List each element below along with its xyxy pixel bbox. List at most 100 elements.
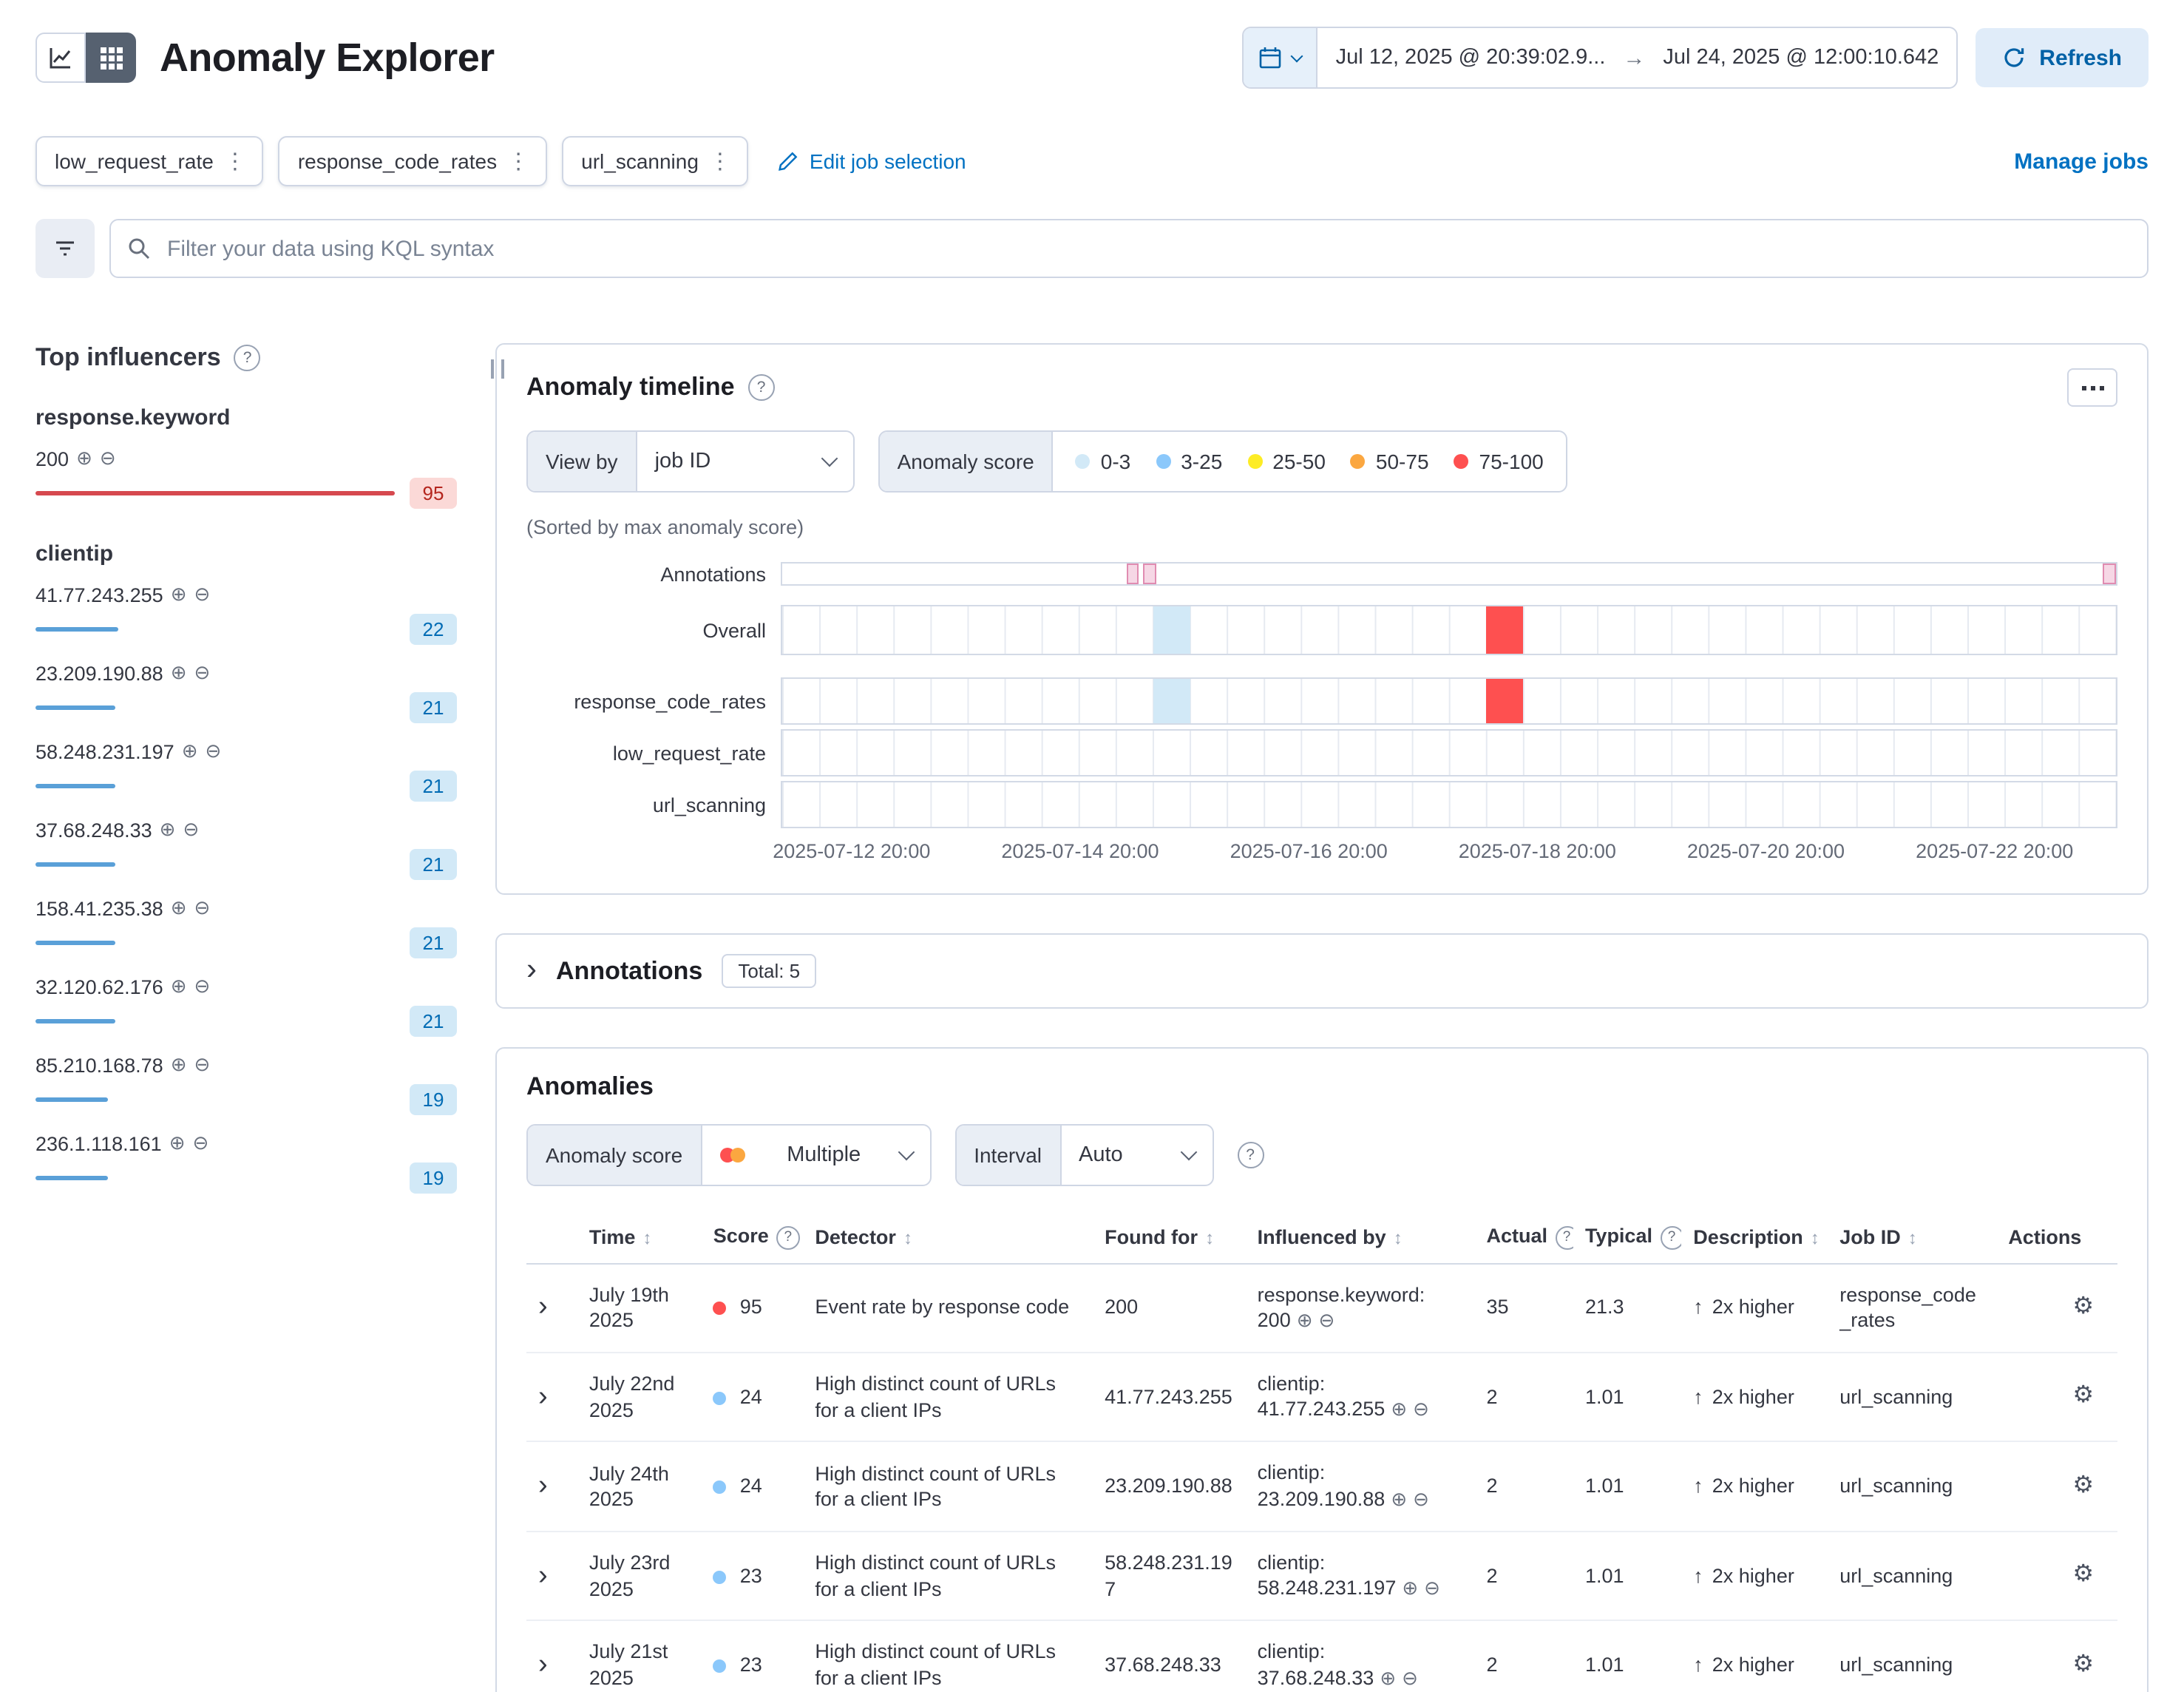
filter-out-icon[interactable]: ⊖ — [194, 1053, 211, 1077]
filter-for-icon[interactable]: ⊕ — [160, 818, 176, 842]
row-actions-gear-icon[interactable]: ⚙ — [2072, 1651, 2094, 1676]
help-icon[interactable]: ? — [234, 345, 261, 371]
filter-out-icon[interactable]: ⊖ — [194, 975, 211, 998]
filter-for-icon[interactable]: ⊕ — [1380, 1667, 1396, 1689]
filter-for-icon[interactable]: ⊕ — [76, 447, 92, 470]
annotation-mark[interactable] — [1144, 564, 1156, 584]
filter-out-icon[interactable]: ⊖ — [194, 583, 211, 606]
filter-out-icon[interactable]: ⊖ — [1413, 1398, 1429, 1421]
filter-out-icon[interactable]: ⊖ — [1319, 1309, 1335, 1331]
charts-view-toggle-button[interactable] — [35, 33, 86, 83]
col-job-id[interactable]: Job ID↕ — [1828, 1216, 1996, 1263]
filter-for-icon[interactable]: ⊕ — [1402, 1577, 1418, 1600]
job-badge-menu-icon[interactable]: ⋮ — [497, 148, 540, 175]
annotation-mark[interactable] — [1126, 564, 1138, 584]
row-actions-gear-icon[interactable]: ⚙ — [2072, 1384, 2094, 1409]
expand-row-icon[interactable]: › — [538, 1381, 548, 1412]
help-icon[interactable]: ? — [1237, 1142, 1264, 1168]
severity-select[interactable]: Multiple — [702, 1126, 929, 1185]
row-actions-gear-icon[interactable]: ⚙ — [2072, 1562, 2094, 1587]
filter-out-icon[interactable]: ⊖ — [183, 818, 199, 842]
refresh-button[interactable]: Refresh — [1976, 28, 2149, 87]
influencer-score-badge: 19 — [410, 1084, 457, 1115]
help-icon[interactable]: ? — [1660, 1225, 1681, 1249]
annotations-title[interactable]: Annotations — [556, 956, 702, 986]
filter-out-icon[interactable]: ⊖ — [194, 896, 211, 920]
filter-out-icon[interactable]: ⊖ — [1424, 1577, 1440, 1600]
col-description[interactable]: Description↕ — [1681, 1216, 1828, 1263]
anomaly-found-for: 58.248.231.197 — [1093, 1532, 1246, 1621]
col-detector[interactable]: Detector↕ — [803, 1216, 1093, 1263]
col-found-for[interactable]: Found for↕ — [1093, 1216, 1246, 1263]
filter-for-icon[interactable]: ⊕ — [171, 975, 187, 998]
help-icon[interactable]: ? — [776, 1225, 800, 1249]
date-range-start[interactable]: Jul 12, 2025 @ 20:39:02.9... — [1318, 46, 1624, 70]
kql-search-input[interactable] — [109, 219, 2149, 278]
expand-row-icon[interactable]: › — [538, 1560, 548, 1591]
help-icon[interactable]: ? — [748, 374, 775, 401]
panel-drag-handle[interactable] — [491, 359, 504, 379]
col-influenced-by[interactable]: Influenced by↕ — [1246, 1216, 1475, 1263]
filter-for-icon[interactable]: ⊕ — [1391, 1398, 1407, 1421]
filter-out-icon[interactable]: ⊖ — [193, 1131, 209, 1155]
expand-row-icon[interactable]: › — [538, 1471, 548, 1502]
anomaly-row[interactable]: › July 21st 2025 23 High distinct count … — [526, 1621, 2117, 1692]
anomaly-swimlane-cell[interactable] — [1153, 679, 1190, 723]
col-typical[interactable]: Typical?↕ — [1573, 1216, 1681, 1263]
swimlane-grid[interactable] — [781, 677, 2117, 725]
influencer-item: 41.77.243.255 ⊕ ⊖ 22 — [35, 583, 457, 645]
job-badge[interactable]: low_request_rate ⋮ — [35, 136, 264, 186]
filter-out-icon[interactable]: ⊖ — [194, 661, 211, 685]
col-actual[interactable]: Actual?↕ — [1475, 1216, 1573, 1263]
filter-for-icon[interactable]: ⊕ — [169, 1131, 186, 1155]
anomaly-swimlane-cell[interactable] — [1153, 606, 1190, 654]
job-badge[interactable]: url_scanning ⋮ — [562, 136, 749, 186]
filter-out-icon[interactable]: ⊖ — [206, 740, 222, 763]
filter-out-icon[interactable]: ⊖ — [1402, 1667, 1418, 1689]
col-time[interactable]: Time↕ — [577, 1216, 702, 1263]
manage-jobs-link[interactable]: Manage jobs — [2014, 149, 2149, 174]
filter-for-icon[interactable]: ⊕ — [171, 661, 187, 685]
page-title: Anomaly Explorer — [160, 35, 495, 81]
edit-job-selection-link[interactable]: Edit job selection — [779, 149, 966, 173]
kql-filter-button[interactable] — [35, 219, 95, 278]
job-badge-menu-icon[interactable]: ⋮ — [699, 148, 742, 175]
calendar-dropdown-button[interactable] — [1244, 28, 1318, 87]
annotation-mark[interactable] — [2103, 564, 2116, 584]
date-range-end[interactable]: Jul 24, 2025 @ 12:00:10.642 — [1645, 46, 1956, 70]
swimlane-grid[interactable] — [781, 729, 2117, 776]
filter-for-icon[interactable]: ⊕ — [182, 740, 198, 763]
anomaly-time: July 22nd 2025 — [577, 1353, 702, 1442]
anomaly-row[interactable]: › July 22nd 2025 24 High distinct count … — [526, 1353, 2117, 1442]
anomaly-swimlane-cell[interactable] — [1486, 606, 1523, 654]
col-score[interactable]: Score?↓ — [702, 1216, 804, 1263]
swimlane-grid[interactable] — [781, 781, 2117, 828]
row-actions-gear-icon[interactable]: ⚙ — [2072, 1472, 2094, 1498]
expand-row-icon[interactable]: › — [538, 1292, 548, 1323]
table-view-toggle-button[interactable] — [86, 33, 136, 83]
expand-annotations-icon[interactable]: › — [526, 953, 537, 984]
swimlane-grid[interactable] — [781, 605, 2117, 655]
filter-out-icon[interactable]: ⊖ — [100, 447, 116, 470]
anomaly-row[interactable]: › July 24th 2025 24 High distinct count … — [526, 1442, 2117, 1532]
job-badge-menu-icon[interactable]: ⋮ — [214, 148, 257, 175]
annotations-track[interactable] — [781, 562, 2117, 586]
date-range-picker[interactable]: Jul 12, 2025 @ 20:39:02.9... → Jul 24, 2… — [1243, 27, 1959, 89]
help-icon[interactable]: ? — [1555, 1225, 1573, 1249]
filter-for-icon[interactable]: ⊕ — [171, 583, 187, 606]
filter-for-icon[interactable]: ⊕ — [171, 896, 187, 920]
expand-row-icon[interactable]: › — [538, 1649, 548, 1680]
anomaly-swimlane-cell[interactable] — [1486, 679, 1523, 723]
filter-for-icon[interactable]: ⊕ — [171, 1053, 187, 1077]
filter-for-icon[interactable]: ⊕ — [1297, 1309, 1313, 1331]
view-by-select[interactable]: job ID — [637, 432, 853, 491]
filter-for-icon[interactable]: ⊕ — [1391, 1488, 1407, 1510]
row-actions-gear-icon[interactable]: ⚙ — [2072, 1294, 2094, 1319]
anomaly-row[interactable]: › July 23rd 2025 23 High distinct count … — [526, 1532, 2117, 1621]
interval-select[interactable]: Auto — [1061, 1126, 1212, 1185]
filter-out-icon[interactable]: ⊖ — [1413, 1488, 1429, 1510]
annotations-section[interactable]: › Annotations Total: 5 — [495, 933, 2149, 1009]
timeline-options-button[interactable] — [2067, 368, 2117, 407]
job-badge[interactable]: response_code_rates ⋮ — [279, 136, 547, 186]
anomaly-row[interactable]: › July 19th 2025 95 Event rate by respon… — [526, 1263, 2117, 1353]
